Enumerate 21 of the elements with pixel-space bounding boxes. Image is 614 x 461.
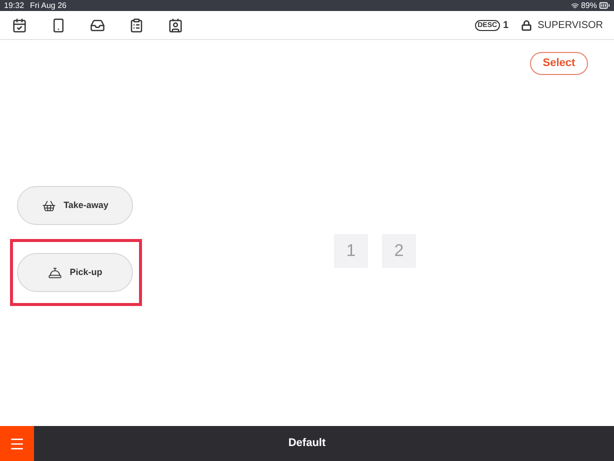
select-button[interactable]: Select [530,52,588,75]
contact-card-icon[interactable] [167,16,184,34]
battery-icon [599,0,610,11]
clipboard-icon[interactable] [128,16,145,34]
calendar-icon[interactable] [11,16,28,34]
order-type-button[interactable]: Take-away [17,186,133,225]
basket-icon [42,198,56,212]
order-type-button[interactable]: Pick-up [17,253,133,292]
footer-title: Default [287,436,327,452]
wifi-icon [570,2,579,10]
table-tile[interactable]: 2 [382,234,416,268]
status-date: Fri Aug 26 [30,2,66,10]
bell-icon [48,266,62,280]
battery-percent: 89% [580,2,597,10]
table-tile[interactable]: 1 [334,234,368,268]
badge-count: 1 [503,18,509,32]
menu-icon [9,436,25,452]
user-role: SUPERVISOR [538,18,603,32]
menu-button[interactable] [0,426,34,461]
status-time: 19:32 [4,2,24,10]
lock-icon [520,20,532,30]
